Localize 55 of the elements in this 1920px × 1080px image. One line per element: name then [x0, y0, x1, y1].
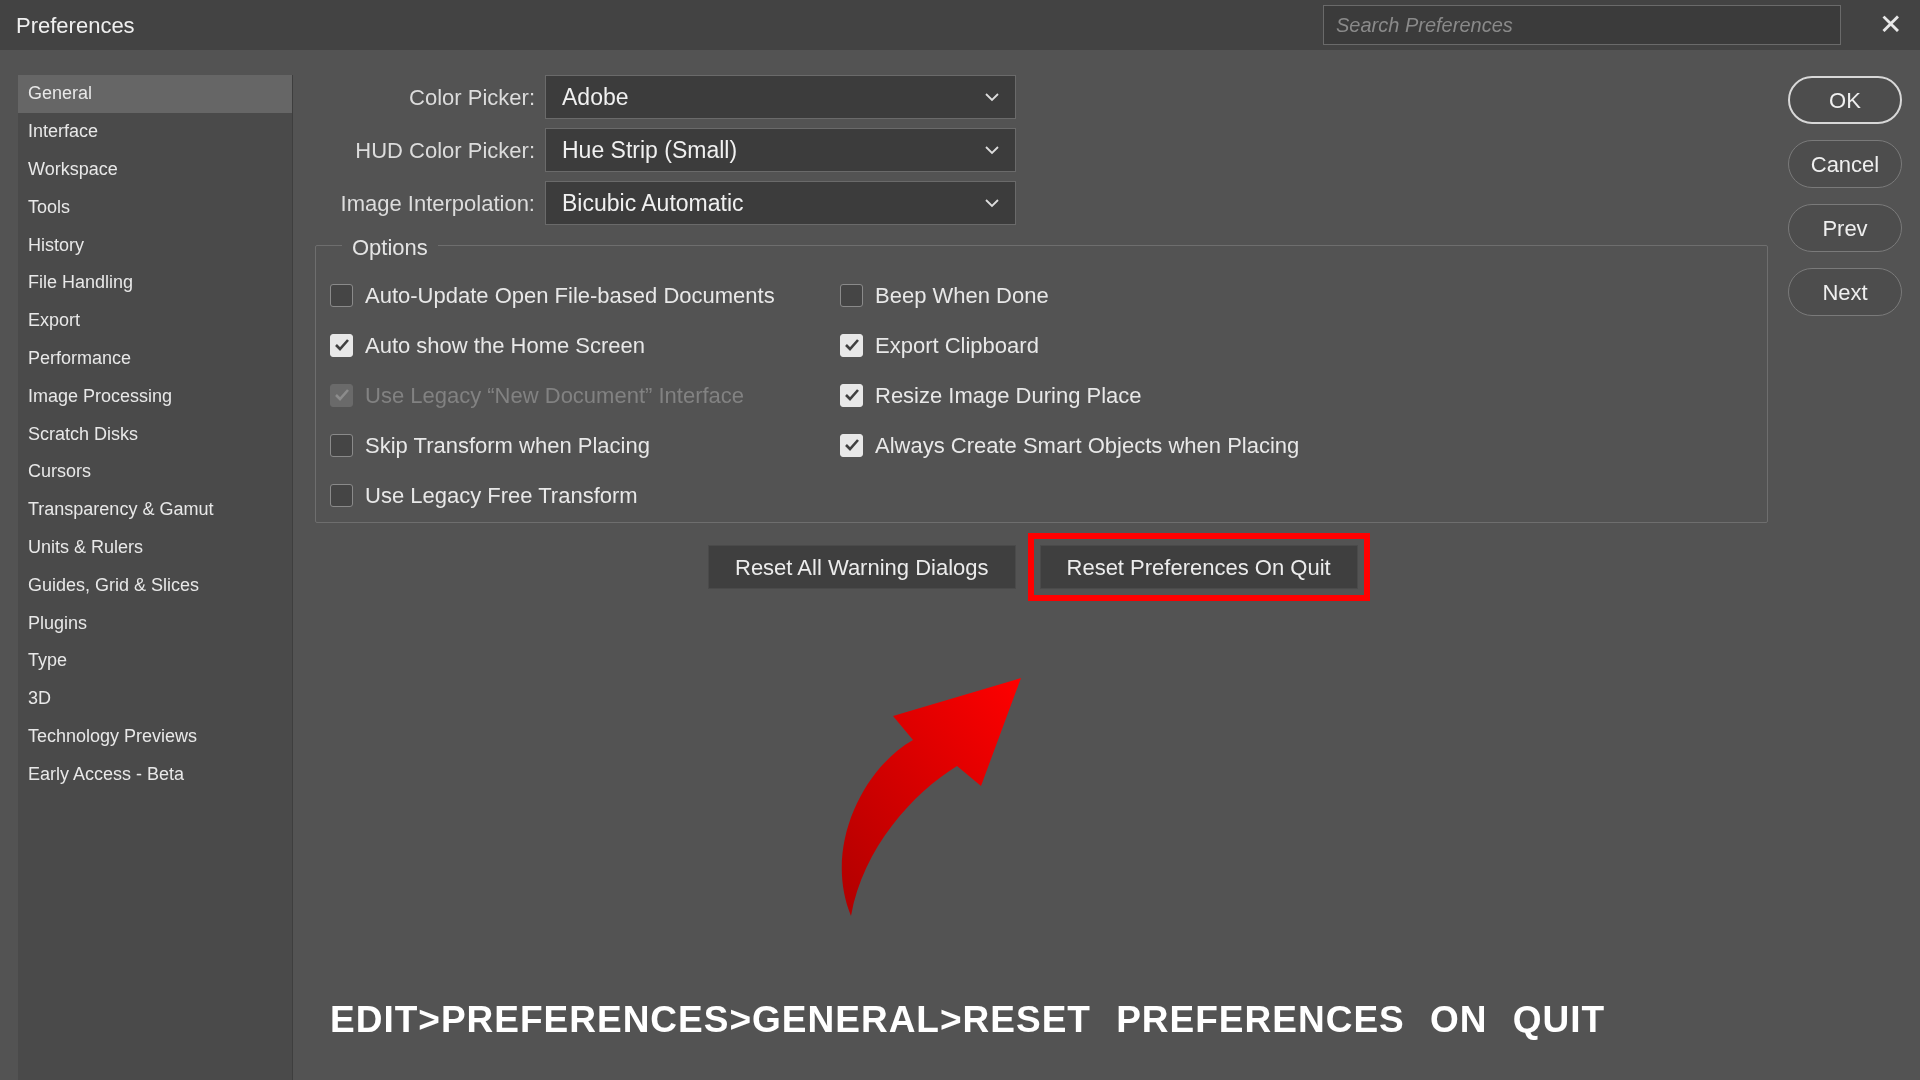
chevron-down-icon: [985, 145, 999, 155]
dropdown[interactable]: Adobe: [545, 75, 1016, 119]
dropdown[interactable]: Hue Strip (Small): [545, 128, 1016, 172]
checkbox[interactable]: [330, 433, 353, 457]
sidebar-item[interactable]: Image Processing: [18, 377, 292, 416]
sidebar-item[interactable]: History: [18, 226, 292, 264]
dialog-button[interactable]: Next: [1788, 268, 1902, 316]
sidebar-item[interactable]: Early Access - Beta: [18, 755, 292, 794]
sidebar-item[interactable]: 3D: [18, 679, 292, 718]
sidebar-item[interactable]: Performance: [18, 339, 292, 378]
checkbox-label: Use Legacy Free Transform: [365, 481, 638, 510]
sidebar-item[interactable]: Type: [18, 641, 292, 680]
sidebar-item[interactable]: Export: [18, 301, 292, 340]
sidebar-item[interactable]: General: [18, 75, 292, 113]
window-title: Preferences: [16, 11, 135, 40]
dialog-button[interactable]: OK: [1788, 76, 1902, 124]
sidebar-item[interactable]: Interface: [18, 112, 292, 151]
checkbox[interactable]: [840, 283, 863, 307]
sidebar-item[interactable]: Plugins: [18, 604, 292, 642]
checkmark-icon: [843, 388, 860, 402]
checkmark-icon: [843, 338, 860, 352]
search-field[interactable]: Search Preferences: [1323, 5, 1841, 45]
dropdown[interactable]: Bicubic Automatic: [545, 181, 1016, 225]
sidebar-item[interactable]: Technology Previews: [18, 717, 292, 756]
reset-button[interactable]: Reset All Warning Dialogs: [708, 545, 1016, 589]
checkbox-label: Resize Image During Place: [875, 381, 1142, 410]
checkbox[interactable]: [330, 483, 353, 507]
sidebar-item[interactable]: Transparency & Gamut: [18, 490, 292, 529]
sidebar-item[interactable]: Cursors: [18, 452, 292, 491]
checkmark-icon: [333, 338, 350, 352]
sidebar-item[interactable]: Units & Rulers: [18, 528, 292, 567]
caption-text: EDIT>PREFERENCES>GENERAL>RESET PREFERENCES ON QUIT: [330, 998, 1606, 1042]
sidebar-item[interactable]: Workspace: [18, 150, 292, 189]
sidebar-item[interactable]: Scratch Disks: [18, 415, 292, 453]
checkbox-label: Export Clipboard: [875, 331, 1039, 360]
checkbox-label: Beep When Done: [875, 281, 1049, 310]
reset-button[interactable]: Reset Preferences On Quit: [1039, 545, 1358, 589]
sidebar-item[interactable]: File Handling: [18, 264, 292, 302]
field-label: Color Picker:: [408, 83, 536, 112]
checkmark-icon: [333, 388, 350, 402]
field-label: HUD Color Picker:: [354, 136, 536, 165]
checkbox-label: Auto show the Home Screen: [365, 331, 646, 360]
checkbox-label: Auto-Update Open File-based Documents: [365, 281, 775, 310]
chevron-down-icon: [985, 92, 999, 102]
checkbox-label: Skip Transform when Placing: [365, 431, 650, 460]
checkbox[interactable]: [330, 283, 353, 307]
chevron-down-icon: [985, 198, 999, 208]
sidebar-item[interactable]: Guides, Grid & Slices: [18, 566, 292, 605]
field-label: Image Interpolation:: [339, 189, 536, 218]
sidebar-item[interactable]: Tools: [18, 188, 292, 227]
dialog-button[interactable]: Cancel: [1788, 140, 1902, 188]
checkbox-label: Always Create Smart Objects when Placing: [875, 431, 1300, 460]
checkmark-icon: [843, 438, 860, 452]
dialog-button[interactable]: Prev: [1788, 204, 1902, 252]
close-icon[interactable]: ✕: [1879, 11, 1902, 39]
